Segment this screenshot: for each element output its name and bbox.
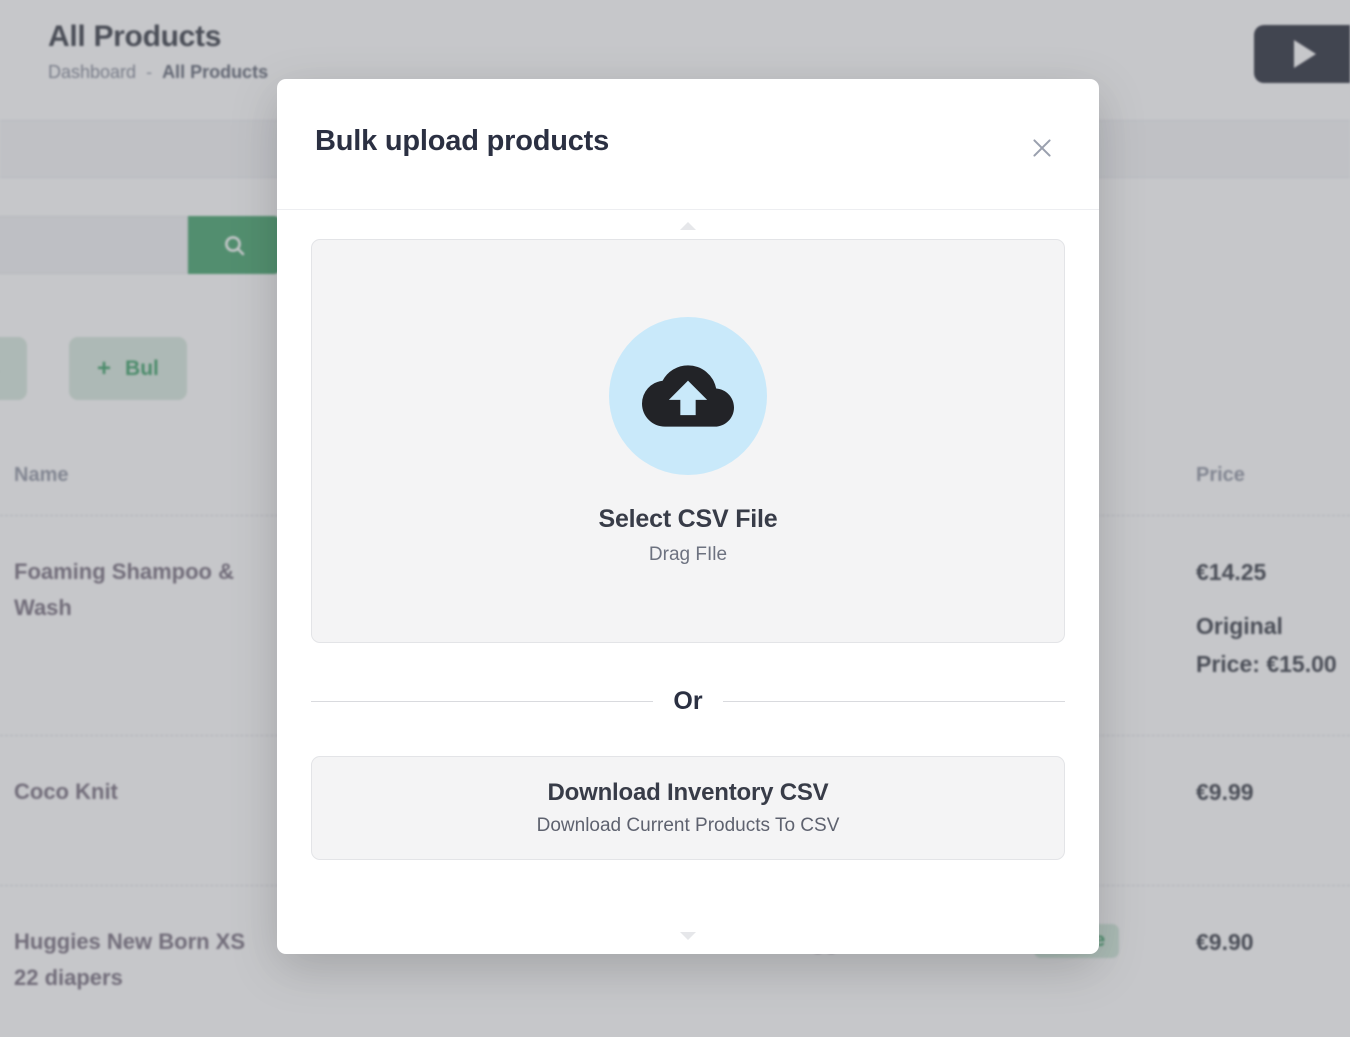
close-button[interactable]: [1025, 131, 1059, 165]
dropzone-subtitle: Drag FIle: [648, 543, 728, 565]
or-divider: Or: [311, 687, 1065, 716]
dropzone-title: Select CSV File: [598, 504, 778, 533]
modal-header: Bulk upload products: [277, 79, 1099, 210]
modal-title: Bulk upload products: [315, 125, 610, 157]
chevron-up-icon[interactable]: [680, 222, 696, 230]
download-title: Download Inventory CSV: [547, 779, 829, 806]
cloud-upload-icon-wrap: [609, 316, 767, 475]
screen-root: All Products Dashboard - All Products Pr…: [0, 0, 1350, 1037]
close-icon: [1033, 139, 1051, 157]
csv-dropzone[interactable]: Select CSV File Drag FIle: [311, 239, 1065, 643]
divider-line-left: [311, 701, 654, 702]
download-subtitle: Download Current Products To CSV: [536, 815, 840, 836]
divider-line-right: [722, 701, 1065, 702]
chevron-down-icon[interactable]: [680, 932, 696, 940]
bulk-upload-modal: Bulk upload products Select CSV File Dra…: [277, 79, 1099, 954]
cloud-upload-icon: [642, 364, 734, 427]
divider-label: Or: [673, 687, 703, 715]
download-inventory-csv-button[interactable]: Download Inventory CSV Download Current …: [311, 756, 1065, 860]
modal-body: Select CSV File Drag FIle Or Download In…: [277, 210, 1099, 954]
